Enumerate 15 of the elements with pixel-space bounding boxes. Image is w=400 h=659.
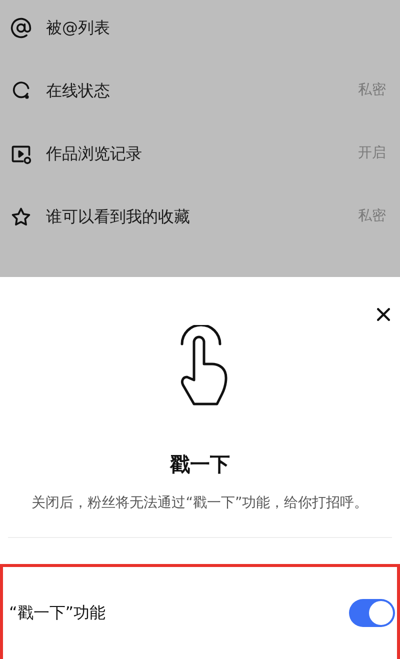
toggle-label: “戳一下”功能 bbox=[9, 602, 106, 624]
star-icon bbox=[10, 206, 32, 228]
feature-switch[interactable] bbox=[349, 599, 395, 627]
setting-value: 私密 bbox=[358, 81, 386, 100]
setting-value: 私密 bbox=[358, 207, 386, 226]
close-icon bbox=[376, 308, 390, 320]
setting-label[interactable]: 谁可以看到我的收藏 bbox=[46, 204, 190, 228]
setting-label[interactable]: 被@列表 bbox=[46, 16, 110, 40]
setting-label[interactable]: 在线状态 bbox=[46, 78, 110, 102]
sheet-description: 关闭后，粉丝将无法通过“戳一下”功能，给你打招呼。 bbox=[30, 494, 370, 513]
status-icon bbox=[10, 80, 32, 102]
at-icon bbox=[10, 16, 32, 38]
setting-value: 开启 bbox=[358, 144, 386, 163]
setting-label[interactable]: 作品浏览记录 bbox=[46, 142, 142, 166]
sheet-title: 戳一下 bbox=[168, 451, 231, 478]
